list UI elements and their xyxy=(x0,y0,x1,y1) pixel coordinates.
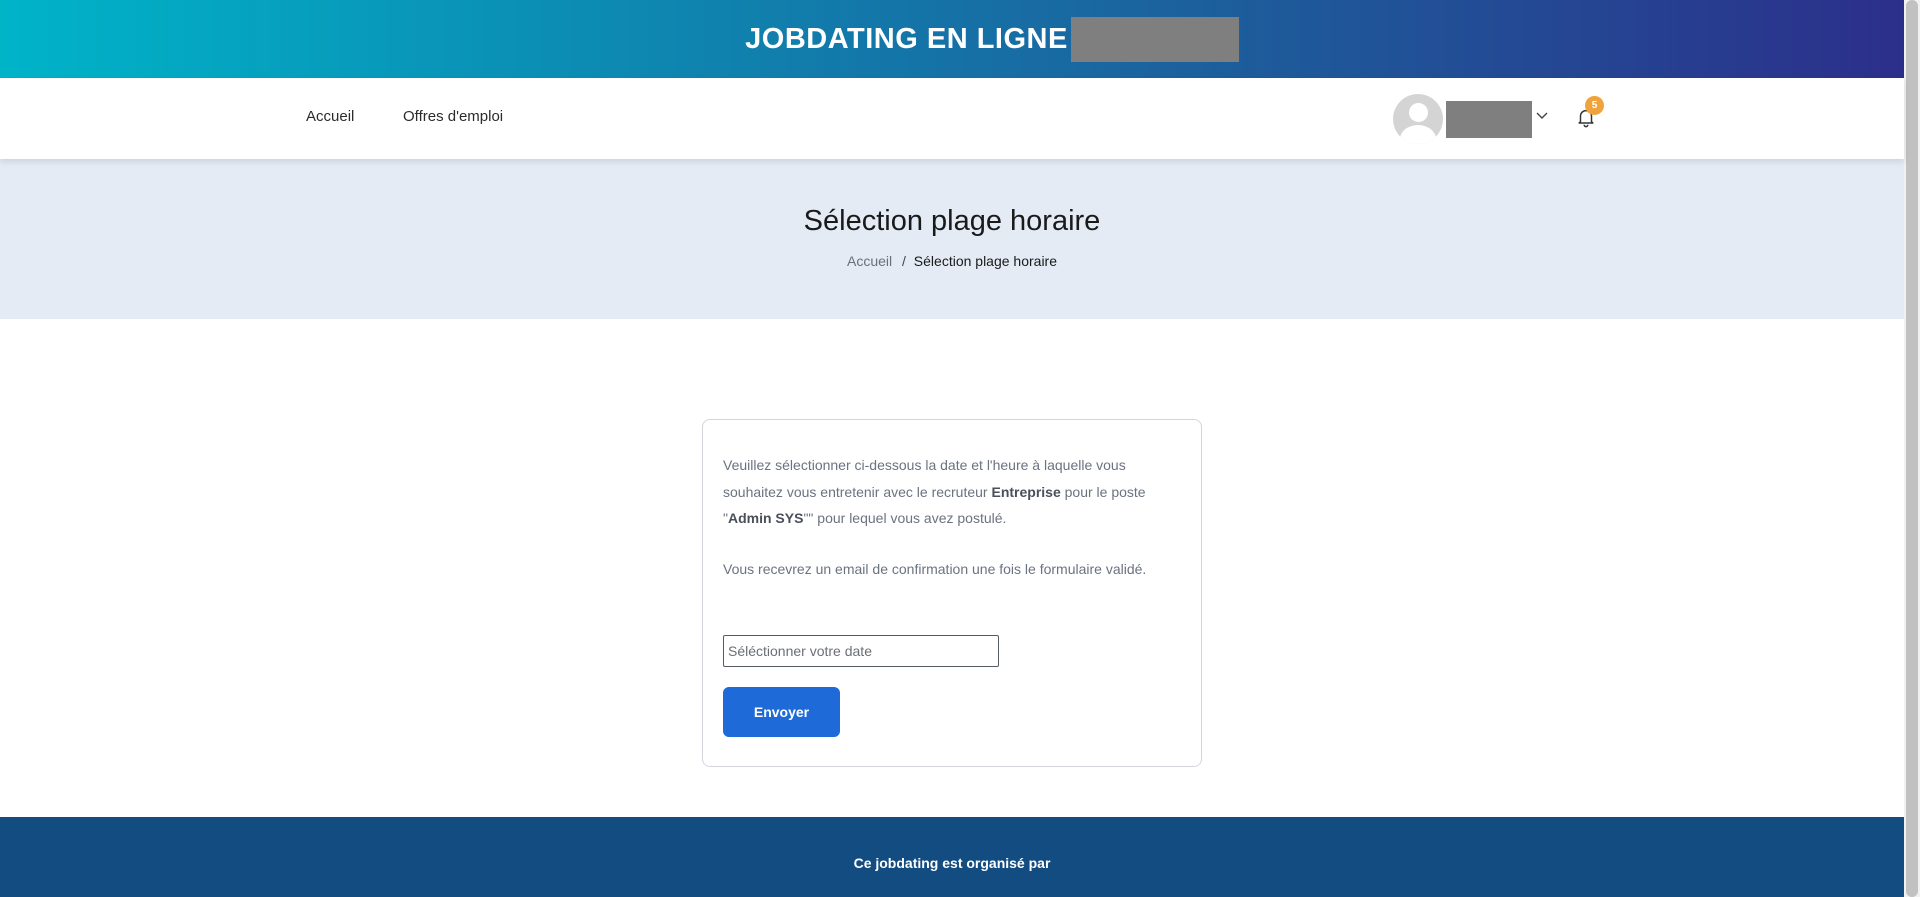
user-avatar-icon[interactable] xyxy=(1393,94,1443,144)
confirmation-note: Vous recevrez un email de confirmation u… xyxy=(723,561,1147,577)
intro-part3: "" pour lequel vous avez postulé. xyxy=(803,510,1007,526)
page-header: Sélection plage horaire Accueil / Sélect… xyxy=(0,159,1904,319)
breadcrumb-current: Sélection plage horaire xyxy=(913,253,1058,269)
recruiter-name: Entreprise xyxy=(991,483,1061,500)
date-picker-input[interactable] xyxy=(723,635,999,667)
nav-link-job-offers[interactable]: Offres d'emploi xyxy=(403,108,503,125)
page-title: Sélection plage horaire xyxy=(803,205,1101,237)
avatar-body xyxy=(1400,125,1436,144)
banner-inner: JOBDATING EN LIGNE xyxy=(745,16,1239,62)
breadcrumb: Accueil / Sélection plage horaire xyxy=(0,253,1904,269)
chevron-down-icon[interactable] xyxy=(1534,108,1550,124)
redacted-username[interactable] xyxy=(1446,101,1532,138)
submit-button[interactable]: Envoyer xyxy=(723,687,840,737)
breadcrumb-home-link[interactable]: Accueil xyxy=(847,253,892,269)
redacted-banner-block xyxy=(1070,16,1239,62)
footer-organizer-text: Ce jobdating est organisé par xyxy=(853,855,1051,871)
avatar-head xyxy=(1409,103,1428,122)
banner-title: JOBDATING EN LIGNE xyxy=(745,22,1068,55)
job-title: Admin SYS xyxy=(727,510,804,526)
breadcrumb-separator: / xyxy=(902,253,906,269)
form-intro-text: Veuillez sélectionner ci-dessous la date… xyxy=(723,452,1183,532)
top-banner: JOBDATING EN LIGNE xyxy=(0,0,1904,78)
time-slot-form-card: Veuillez sélectionner ci-dessous la date… xyxy=(702,419,1202,767)
page: JOBDATING EN LIGNE Accueil Offres d'empl… xyxy=(0,0,1904,897)
footer: Ce jobdating est organisé par xyxy=(0,817,1904,897)
notification-count-badge: 5 xyxy=(1585,96,1604,115)
nav-link-home[interactable]: Accueil xyxy=(306,108,354,125)
navbar: Accueil Offres d'emploi 5 xyxy=(0,78,1904,159)
scrollbar-thumb[interactable] xyxy=(1906,0,1918,897)
